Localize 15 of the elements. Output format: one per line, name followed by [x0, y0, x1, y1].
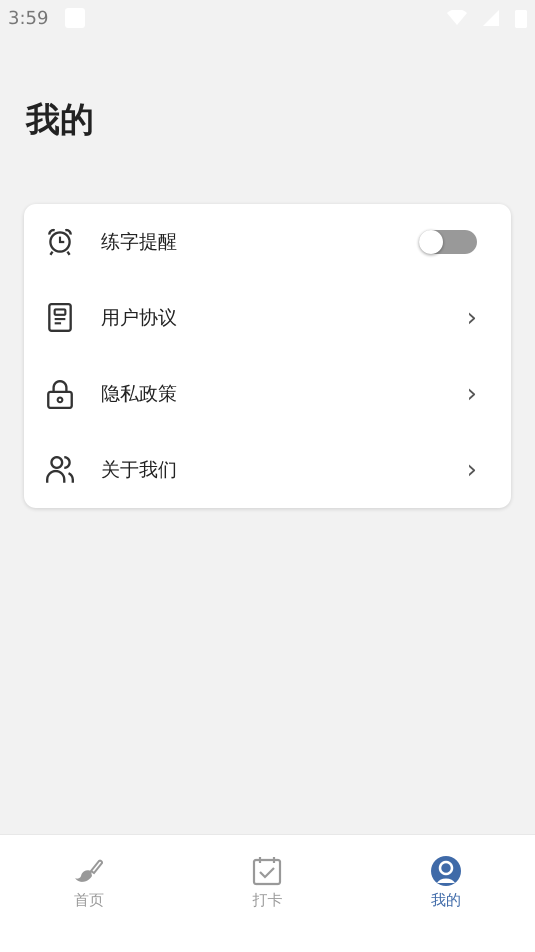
nav-tab[interactable]: 我的	[356, 835, 535, 911]
status-time: 3:59	[8, 8, 48, 28]
setting-label[interactable]: 隐私政策	[101, 381, 467, 407]
profile-icon	[430, 855, 462, 887]
people-icon	[44, 454, 76, 486]
setting-label[interactable]: 用户协议	[101, 305, 467, 331]
setting-label[interactable]: 练字提醒	[101, 229, 419, 255]
lock-icon	[44, 378, 76, 410]
chevron-icon: ›	[466, 381, 477, 407]
setting-label[interactable]: 关于我们	[101, 457, 467, 483]
page-title: 我的	[26, 99, 95, 142]
chevron-icon: ›	[466, 457, 477, 483]
toggle-switch[interactable]	[419, 230, 477, 254]
chevron-icon: ›	[466, 305, 477, 331]
calendar-icon	[251, 855, 284, 887]
